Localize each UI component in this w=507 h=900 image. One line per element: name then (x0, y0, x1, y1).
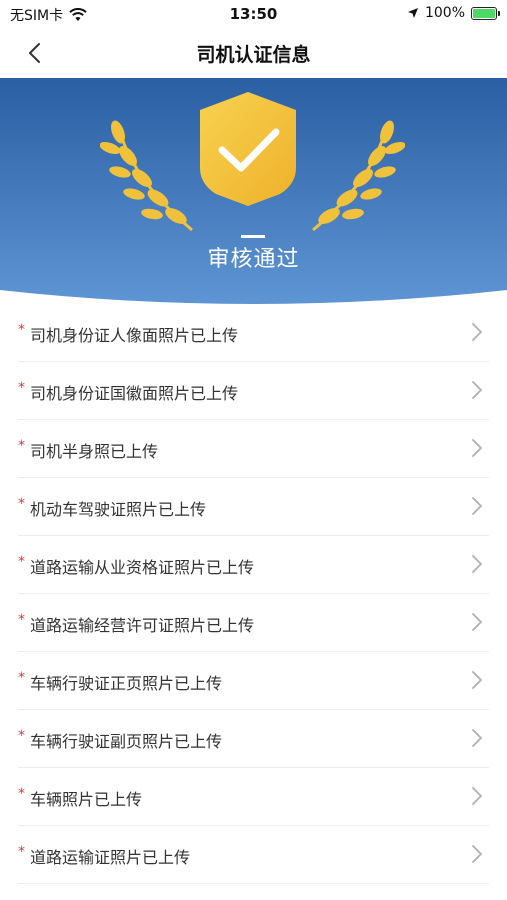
list-item[interactable]: * 司机身份证国徽面照片已上传 (18, 362, 489, 420)
list-item-label: 道路运输从业资格证照片已上传 (30, 558, 255, 577)
certification-list: * 司机身份证人像面照片已上传 * 司机身份证国徽面照片已上传 * 司机半身照已上传 * 机动… (0, 304, 507, 884)
chevron-right-icon (472, 613, 482, 631)
list-item-label: 司机身份证人像面照片已上传 (30, 326, 239, 345)
required-marker: * (18, 438, 25, 454)
chevron-right-icon (472, 845, 482, 863)
battery-percent: 100% (424, 5, 465, 21)
list-item[interactable]: * 司机半身照已上传 (18, 420, 489, 478)
required-marker: * (18, 554, 25, 570)
required-marker: * (18, 612, 25, 628)
chevron-right-icon (472, 555, 482, 573)
list-item[interactable]: * 车辆行驶证正页照片已上传 (18, 652, 489, 710)
page-title: 司机认证信息 (196, 44, 311, 66)
required-marker: * (18, 844, 25, 860)
list-item[interactable]: * 道路运输经营许可证照片已上传 (18, 594, 489, 652)
laurel-left-icon (100, 120, 193, 232)
list-item[interactable]: * 车辆照片已上传 (18, 768, 489, 826)
status-divider (241, 235, 265, 238)
list-item[interactable]: * 机动车驾驶证照片已上传 (18, 478, 489, 536)
list-item[interactable]: * 车辆行驶证副页照片已上传 (18, 710, 489, 768)
list-item-label: 车辆行驶证副页照片已上传 (30, 732, 223, 751)
laurel-right-icon (312, 120, 405, 232)
list-item-label: 道路运输证照片已上传 (30, 848, 191, 867)
review-status-text: 审核通过 (207, 247, 300, 272)
list-item-label: 道路运输经营许可证照片已上传 (30, 616, 255, 635)
approval-banner: 审核通过 (0, 78, 507, 308)
chevron-right-icon (472, 323, 482, 341)
required-marker: * (18, 728, 25, 744)
status-right: 100% (407, 5, 500, 21)
list-item-label: 车辆照片已上传 (30, 790, 143, 809)
battery-charging-icon (471, 6, 500, 20)
chevron-right-icon (472, 671, 482, 689)
list-item[interactable]: * 司机身份证人像面照片已上传 (18, 304, 489, 362)
list-item-label: 机动车驾驶证照片已上传 (30, 500, 207, 519)
required-marker: * (18, 786, 25, 802)
chevron-right-icon (472, 787, 482, 805)
chevron-right-icon (472, 729, 482, 747)
required-marker: * (18, 322, 25, 338)
list-item-label: 司机身份证国徽面照片已上传 (30, 384, 239, 403)
shield-check-icon (200, 92, 296, 206)
chevron-right-icon (472, 439, 482, 457)
nav-bar: 司机认证信息 (0, 28, 507, 78)
required-marker: * (18, 670, 25, 686)
location-arrow-icon (407, 8, 418, 18)
list-item[interactable]: * 道路运输从业资格证照片已上传 (18, 536, 489, 594)
list-item[interactable]: * 道路运输证照片已上传 (18, 826, 489, 884)
list-item-label: 车辆行驶证正页照片已上传 (30, 674, 223, 693)
required-marker: * (18, 380, 25, 396)
status-bar: 无SIM卡 13:50 100% (0, 0, 507, 28)
required-marker: * (18, 496, 25, 512)
list-item-label: 司机半身照已上传 (30, 442, 159, 461)
chevron-right-icon (472, 497, 482, 515)
chevron-right-icon (472, 381, 482, 399)
